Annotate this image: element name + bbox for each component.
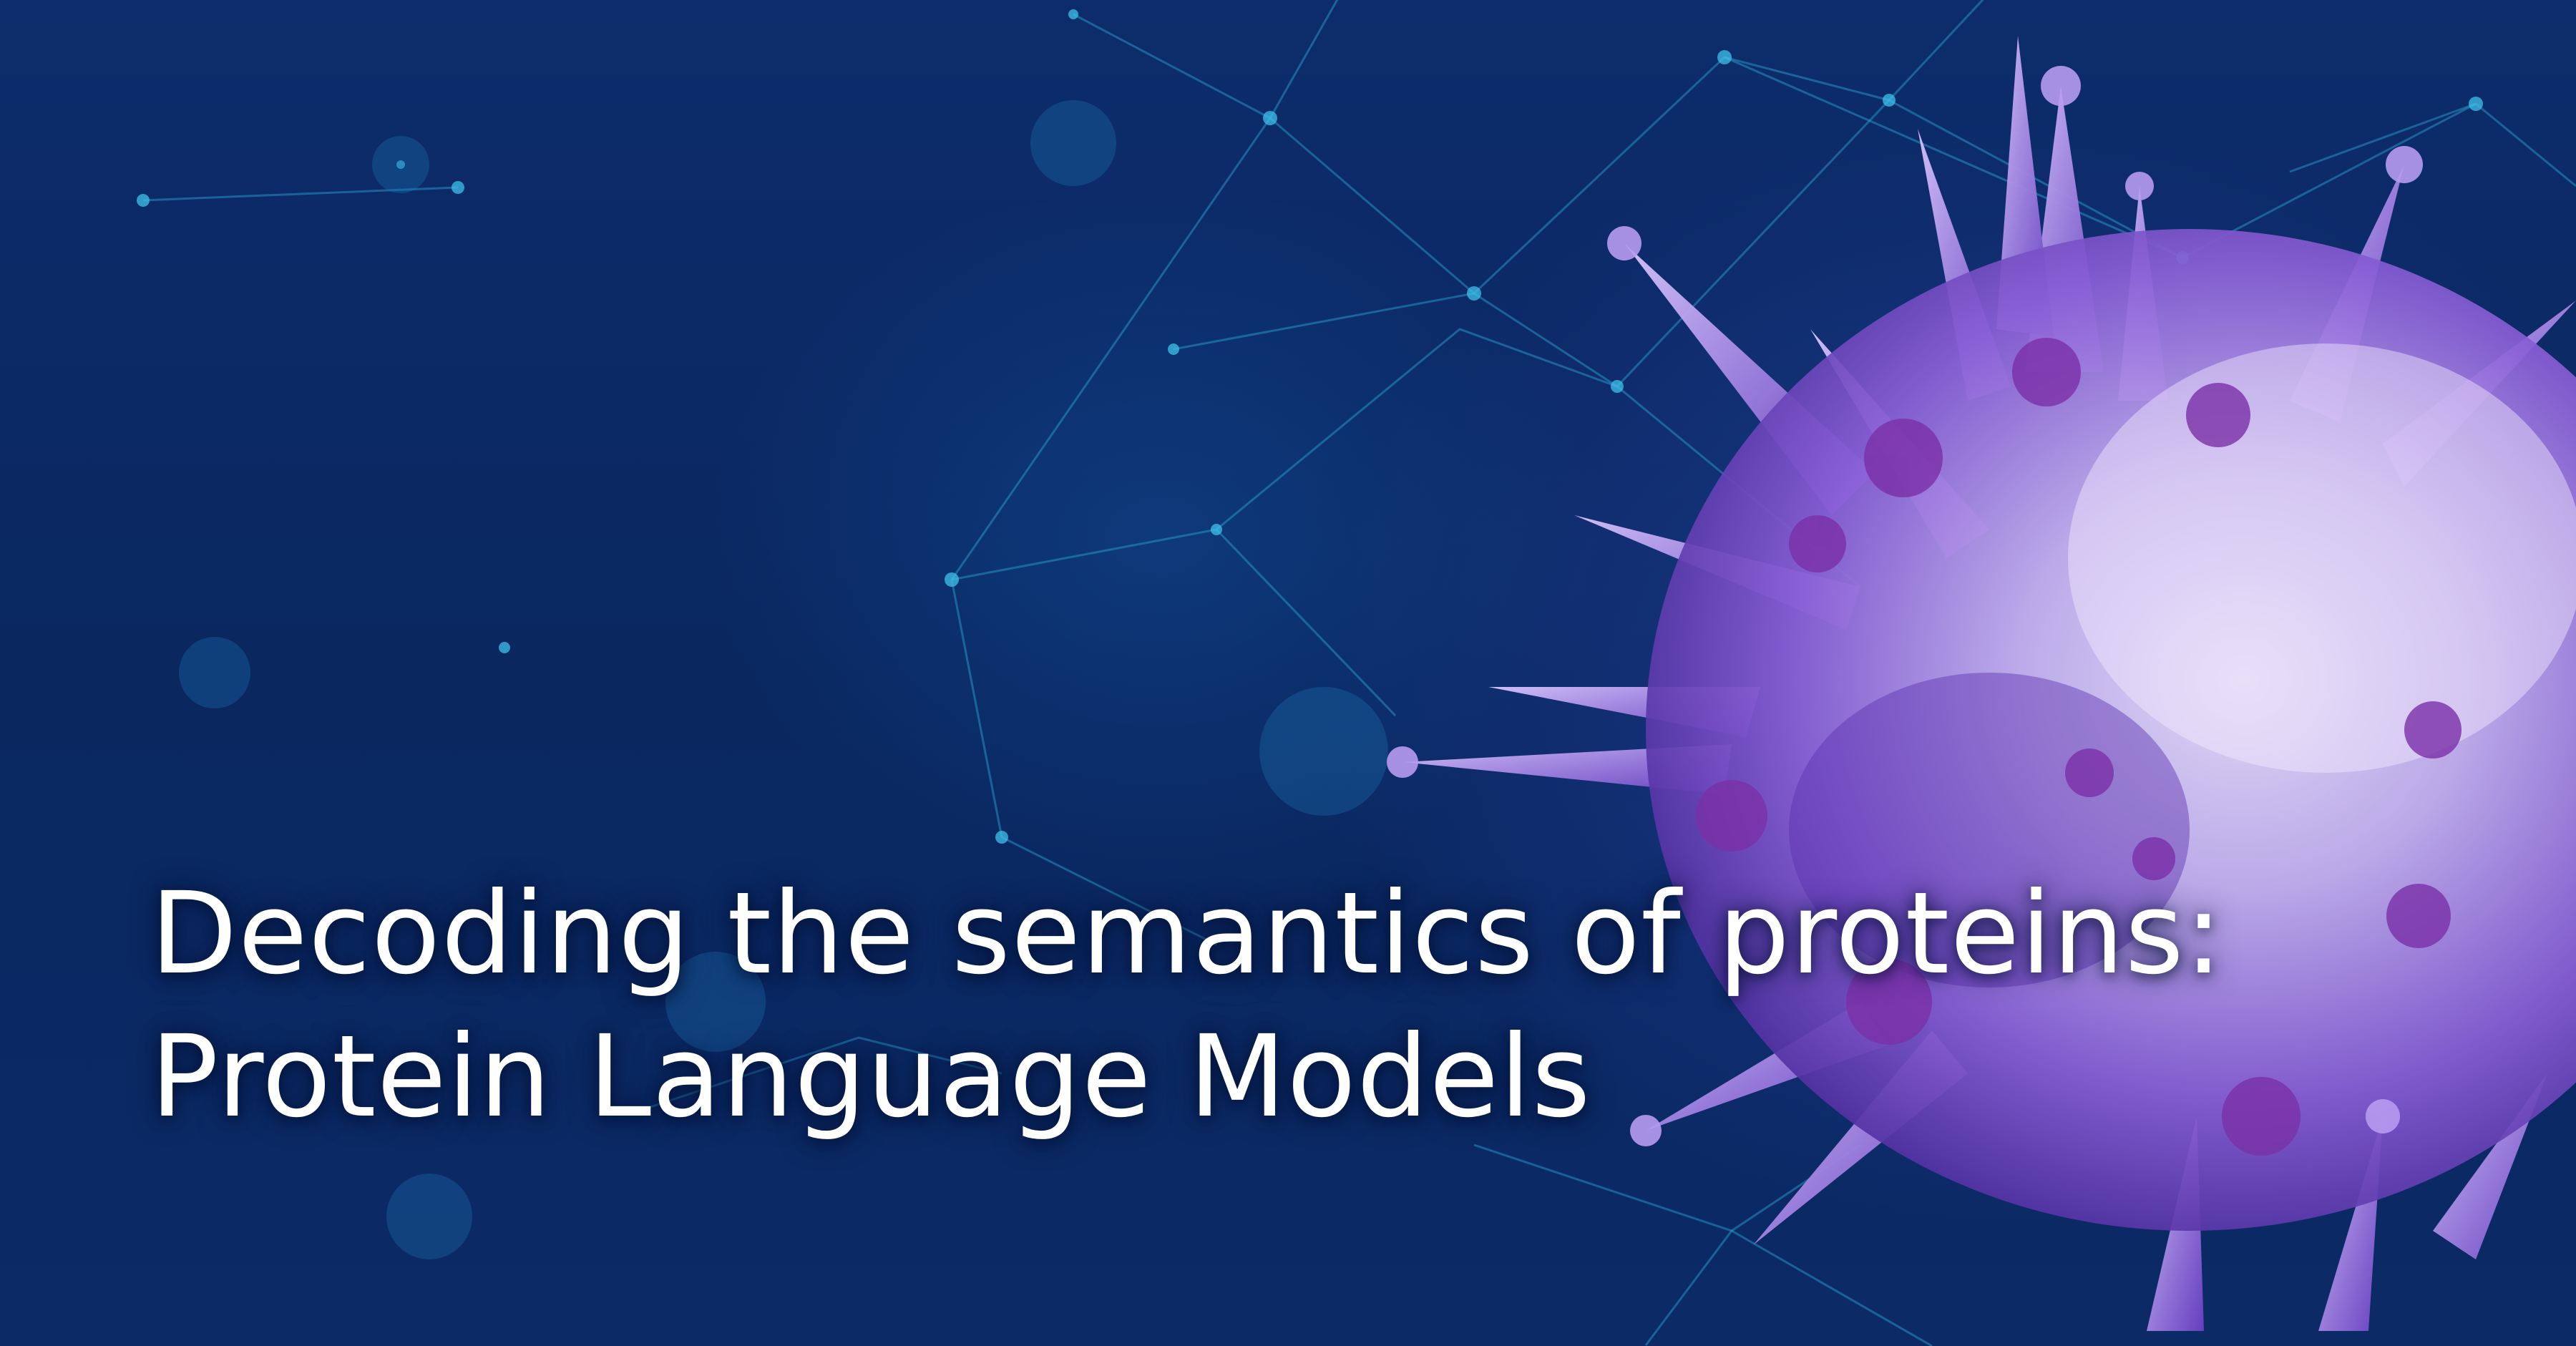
headline-line-1: Decoding the semantics of proteins: <box>150 868 2224 1000</box>
headline: Decoding the semantics of proteins: Prot… <box>150 862 2297 1149</box>
hero-banner: Decoding the semantics of proteins: Prot… <box>0 0 2576 1346</box>
headline-line-2: Protein Language Models <box>150 1011 1591 1143</box>
